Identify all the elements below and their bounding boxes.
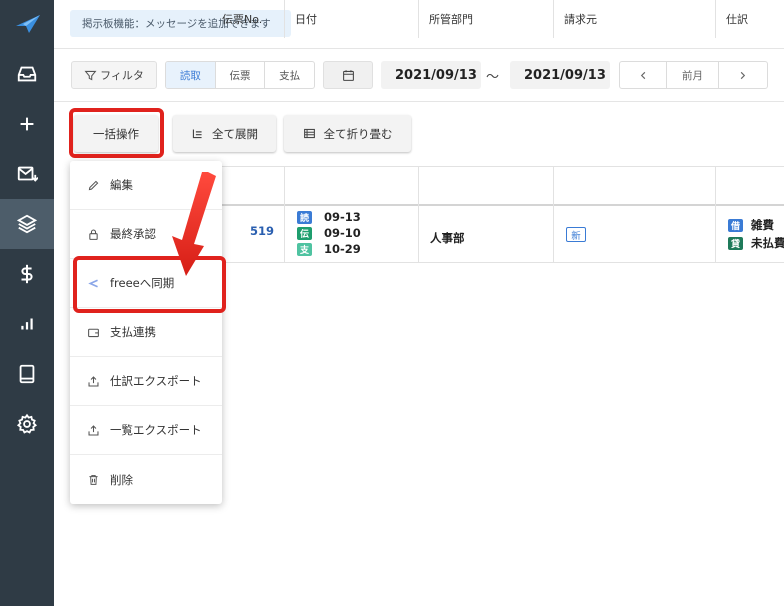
date-voucher: 伝 09-10 — [297, 226, 361, 240]
header-biller[interactable]: 請求元 — [553, 0, 715, 38]
plus-icon[interactable] — [0, 99, 54, 149]
menu-item-label: 支払連携 — [110, 325, 156, 339]
wallet-icon — [88, 328, 99, 337]
column-divider — [418, 166, 419, 263]
date-from-field[interactable]: 2021/09/13 — [381, 61, 481, 89]
department-cell: 人事部 — [430, 231, 465, 245]
gear-icon[interactable] — [0, 399, 54, 449]
chevron-right-icon[interactable] — [719, 62, 767, 88]
menu-item-label: 削除 — [110, 472, 133, 487]
menu-item-delete[interactable]: 削除 — [70, 455, 222, 504]
annotation-arrow — [172, 172, 216, 276]
menu-item-journal-export[interactable]: 仕訳エクスポート — [70, 357, 222, 406]
month-nav: 前月 — [619, 61, 768, 89]
date-to-field[interactable]: 2021/09/13 — [510, 61, 610, 89]
collapse-icon — [303, 128, 315, 139]
segment-read[interactable]: 読取 — [166, 62, 216, 88]
voucher-date: 09-10 — [324, 226, 361, 240]
journal-credit: 貸 未払費 — [728, 235, 784, 251]
table-header-border — [216, 204, 784, 206]
credit-tag: 貸 — [728, 236, 743, 250]
bar-chart-icon[interactable] — [0, 299, 54, 349]
menu-item-label: 一覧エクスポート — [110, 423, 202, 437]
date-read: 読 09-13 — [297, 210, 361, 224]
menu-item-payment-link[interactable]: 支払連携 — [70, 308, 222, 357]
filter-label: フィルタ — [100, 69, 144, 82]
expand-all-button[interactable]: 全て展開 — [173, 115, 276, 152]
collapse-all-label: 全て折り畳む — [323, 126, 393, 141]
inbox-icon[interactable] — [0, 49, 54, 99]
calendar-icon — [342, 69, 354, 81]
header-journal[interactable]: 仕訳 — [715, 0, 784, 38]
expand-all-label: 全て展開 — [212, 126, 258, 141]
column-divider — [284, 166, 285, 263]
header-voucher-no[interactable]: 伝票No. — [216, 0, 284, 38]
mail-in-icon[interactable] — [0, 149, 54, 199]
debit-account: 雑費 — [751, 218, 774, 232]
sidebar — [0, 0, 54, 606]
menu-item-label: 仕訳エクスポート — [110, 374, 202, 388]
column-divider — [553, 166, 554, 263]
column-divider — [715, 166, 716, 263]
chevron-left-icon[interactable] — [620, 62, 668, 88]
journal-debit: 借 雑費 — [728, 217, 774, 233]
calendar-button[interactable] — [323, 61, 373, 89]
date-payment: 支 10-29 — [297, 242, 361, 256]
payment-date: 10-29 — [324, 242, 361, 256]
highlight-box — [69, 108, 164, 158]
view-segment[interactable]: 読取 伝票 支払 — [165, 61, 315, 89]
header-department[interactable]: 所管部門 — [418, 0, 553, 38]
voucher-number[interactable]: 519 — [250, 224, 274, 238]
header-date[interactable]: 日付 — [284, 0, 418, 38]
menu-item-list-export[interactable]: 一覧エクスポート — [70, 406, 222, 455]
upload-icon — [88, 424, 99, 435]
payment-tag: 支 — [297, 242, 312, 256]
segment-voucher[interactable]: 伝票 — [216, 62, 266, 88]
credit-account: 未払費 — [751, 236, 784, 250]
read-date: 09-13 — [324, 210, 361, 224]
lock-icon — [89, 229, 98, 240]
row-divider — [216, 262, 784, 263]
new-badge: 新 — [566, 227, 586, 242]
collapse-all-button[interactable]: 全て折り畳む — [284, 115, 411, 152]
app-logo[interactable] — [15, 14, 41, 34]
expand-icon — [192, 129, 202, 139]
upload-icon — [88, 375, 99, 386]
book-icon[interactable] — [0, 349, 54, 399]
pencil-icon — [88, 180, 99, 190]
table-top-border — [216, 166, 784, 167]
date-separator: 〜 — [486, 70, 500, 85]
menu-item-label: 編集 — [110, 178, 133, 192]
filter-button[interactable]: フィルタ — [71, 61, 157, 89]
debit-tag: 借 — [728, 218, 743, 232]
read-tag: 読 — [297, 210, 312, 224]
divider — [54, 48, 784, 49]
dollar-icon[interactable] — [0, 249, 54, 299]
divider — [54, 101, 784, 102]
segment-payment[interactable]: 支払 — [265, 62, 314, 88]
prev-month-button[interactable]: 前月 — [667, 62, 719, 88]
filter-icon — [84, 70, 97, 80]
voucher-tag: 伝 — [297, 226, 312, 240]
layers-icon[interactable] — [0, 199, 54, 249]
trash-icon — [89, 474, 98, 485]
